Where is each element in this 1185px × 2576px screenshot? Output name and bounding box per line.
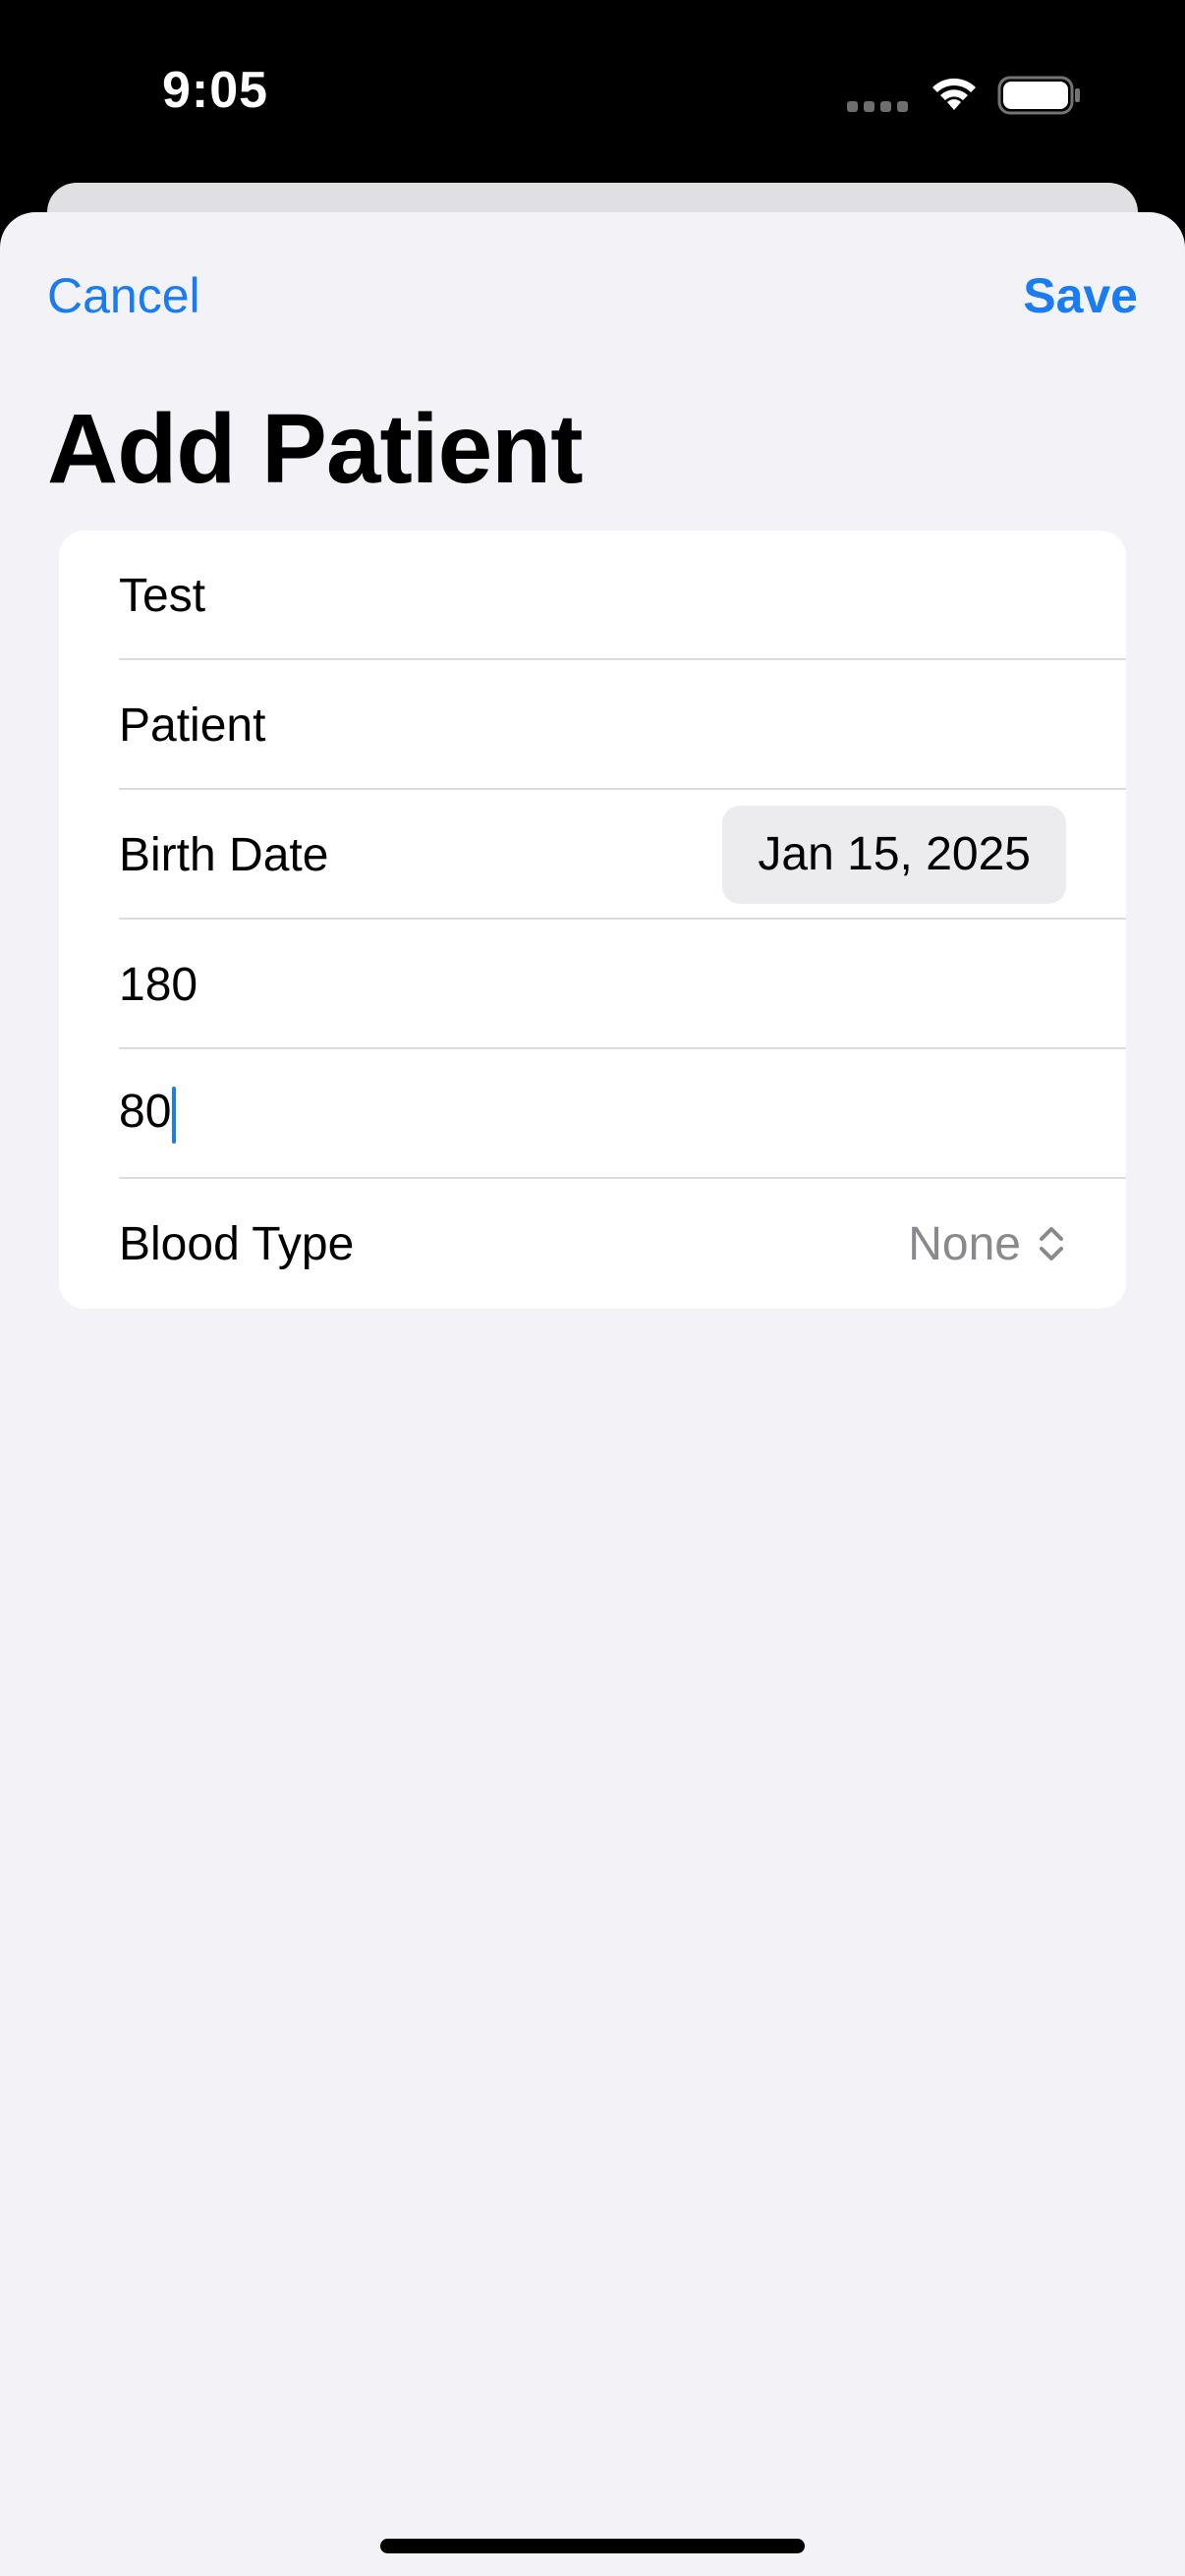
last-name-value: Patient xyxy=(119,699,266,752)
birth-date-row: Birth Date Jan 15, 2025 xyxy=(59,790,1126,920)
wifi-icon xyxy=(932,78,976,110)
first-name-value: Test xyxy=(119,569,206,622)
blood-type-picker[interactable]: None xyxy=(908,1217,1066,1271)
birth-date-picker[interactable]: Jan 15, 2025 xyxy=(722,806,1066,904)
add-patient-sheet: Cancel Save Add Patient Test Patient Bir… xyxy=(0,212,1185,2576)
blood-type-label: Blood Type xyxy=(119,1217,355,1270)
home-indicator[interactable] xyxy=(380,2539,805,2553)
text-cursor xyxy=(172,1086,177,1144)
blood-type-row[interactable]: Blood Type None xyxy=(59,1179,1126,1309)
height-value: 180 xyxy=(119,958,198,1011)
weight-value: 80 xyxy=(119,1086,172,1139)
battery-icon xyxy=(997,76,1080,115)
status-bar: 9:05 xyxy=(0,0,1185,187)
height-field[interactable]: 180 xyxy=(59,920,1126,1049)
chevron-up-down-icon xyxy=(1040,1227,1063,1260)
save-button[interactable]: Save xyxy=(1023,267,1138,324)
cancel-button[interactable]: Cancel xyxy=(47,267,200,324)
patient-form: Test Patient Birth Date Jan 15, 2025 180… xyxy=(59,531,1126,1309)
status-time: 9:05 xyxy=(162,62,269,119)
blood-type-value: None xyxy=(908,1217,1021,1270)
page-title: Add Patient xyxy=(47,394,584,504)
weight-field-content: 80 xyxy=(119,1085,1066,1144)
birth-date-label: Birth Date xyxy=(119,828,329,881)
last-name-field[interactable]: Patient xyxy=(59,660,1126,790)
weight-field[interactable]: 80 xyxy=(59,1049,1126,1179)
first-name-field[interactable]: Test xyxy=(59,531,1126,660)
signal-dots-icon xyxy=(847,101,908,112)
